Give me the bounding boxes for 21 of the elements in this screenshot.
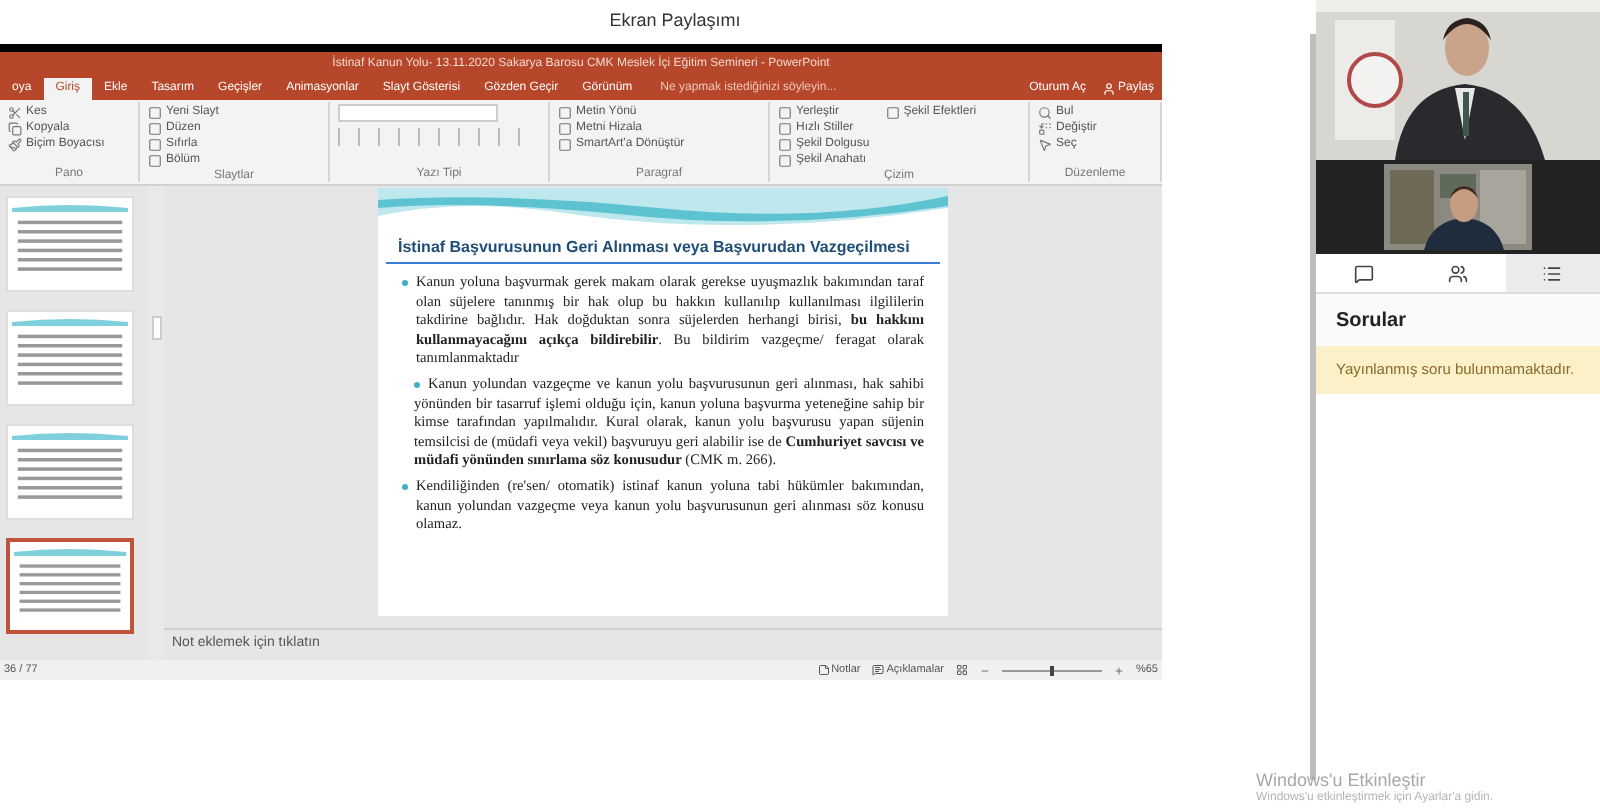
view-icon[interactable]: [955, 664, 968, 676]
slide-title: İstinaf Başvurusunun Geri Alınması veya Başvurudan Vazgeçilmesi: [386, 232, 940, 264]
slide-thumbnail[interactable]: [6, 538, 134, 634]
questions-icon: [1542, 263, 1563, 283]
person-icon: [1101, 82, 1116, 96]
wave-decoration-icon: [14, 546, 126, 556]
command-icon: [885, 105, 900, 119]
note-icon: [817, 664, 830, 676]
activation-title: Windows'u Etkinleştir: [1256, 770, 1428, 790]
panel-tab[interactable]: [1505, 254, 1600, 292]
wave-decoration-icon: [12, 316, 128, 326]
zoom-in-icon[interactable]: [1113, 665, 1124, 675]
screen-share-title: Ekran Paylaşımı: [609, 8, 741, 35]
wave-decoration-icon: [12, 430, 128, 440]
comment-icon: [872, 664, 885, 676]
wave-decoration-icon: [12, 202, 128, 212]
chat-icon: [1353, 263, 1374, 283]
questions-title: Sorular: [1336, 307, 1407, 335]
font-name-field[interactable]: [338, 104, 498, 122]
people-icon: [1447, 263, 1468, 283]
zoom-out-icon[interactable]: [979, 665, 990, 675]
